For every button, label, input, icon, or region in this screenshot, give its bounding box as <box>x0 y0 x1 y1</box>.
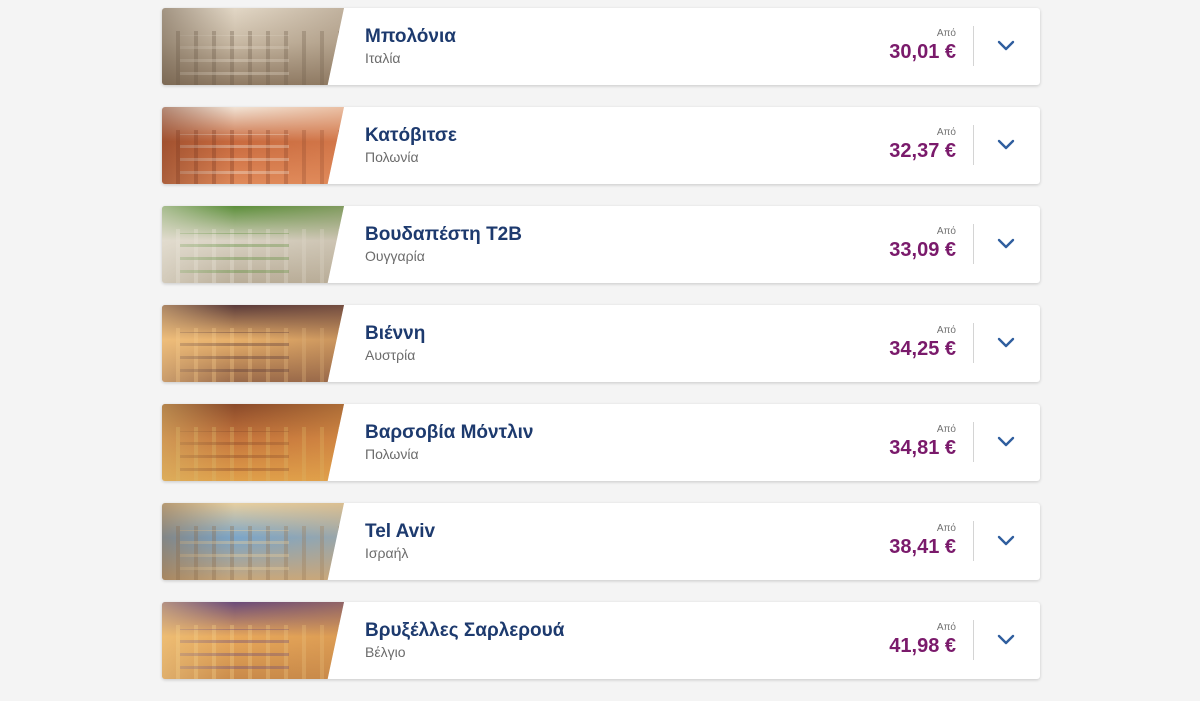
price-from-label: Από <box>936 622 956 633</box>
divider <box>973 521 974 561</box>
divider <box>973 125 974 165</box>
divider <box>973 224 974 264</box>
destination-card[interactable]: Βιέννη Αυστρία Από 34,25 € <box>162 305 1040 382</box>
chevron-down-icon[interactable] <box>992 230 1020 258</box>
destination-city: Βουδαπέστη T2B <box>365 224 522 245</box>
destination-price: 30,01 € <box>889 41 956 63</box>
destination-thumbnail <box>162 404 344 481</box>
price-from-label: Από <box>936 325 956 336</box>
destination-country: Βέλγιο <box>365 644 406 660</box>
destination-thumbnail <box>162 305 344 382</box>
destination-price: 33,09 € <box>889 239 956 261</box>
destination-country: Ουγγαρία <box>365 248 425 264</box>
destination-thumbnail <box>162 107 344 184</box>
destination-card[interactable]: Βουδαπέστη T2B Ουγγαρία Από 33,09 € <box>162 206 1040 283</box>
price-from-label: Από <box>936 226 956 237</box>
chevron-down-icon[interactable] <box>992 131 1020 159</box>
destination-card[interactable]: Μπολόνια Ιταλία Από 30,01 € <box>162 8 1040 85</box>
destination-price: 34,81 € <box>889 437 956 459</box>
divider <box>973 26 974 66</box>
destination-thumbnail <box>162 8 344 85</box>
divider <box>973 422 974 462</box>
chevron-down-icon[interactable] <box>992 527 1020 555</box>
price-from-label: Από <box>936 28 956 39</box>
destination-price: 41,98 € <box>889 635 956 657</box>
divider <box>973 323 974 363</box>
destination-city: Βιέννη <box>365 323 426 344</box>
destination-country: Ιταλία <box>365 50 401 66</box>
destination-list: Μπολόνια Ιταλία Από 30,01 € Κατόβιτσε Πολωνία… <box>162 8 1040 701</box>
price-from-label: Από <box>936 424 956 435</box>
destination-country: Ισραήλ <box>365 545 409 561</box>
destination-price: 34,25 € <box>889 338 956 360</box>
destination-card[interactable]: Βαρσοβία Μόντλιν Πολωνία Από 34,81 € <box>162 404 1040 481</box>
destination-city: Κατόβιτσε <box>365 125 457 146</box>
destination-thumbnail <box>162 206 344 283</box>
destination-card[interactable]: Tel Aviv Ισραήλ Από 38,41 € <box>162 503 1040 580</box>
divider <box>973 620 974 660</box>
destination-city: Μπολόνια <box>365 26 456 47</box>
destination-country: Πολωνία <box>365 149 419 165</box>
chevron-down-icon[interactable] <box>992 32 1020 60</box>
destination-city: Βαρσοβία Μόντλιν <box>365 422 534 443</box>
destination-country: Πολωνία <box>365 446 419 462</box>
chevron-down-icon[interactable] <box>992 428 1020 456</box>
destination-city: Βρυξέλλες Σαρλερουά <box>365 620 565 641</box>
destination-thumbnail <box>162 602 344 679</box>
destination-price: 38,41 € <box>889 536 956 558</box>
chevron-down-icon[interactable] <box>992 626 1020 654</box>
destination-card[interactable]: Κατόβιτσε Πολωνία Από 32,37 € <box>162 107 1040 184</box>
destination-country: Αυστρία <box>365 347 416 363</box>
destination-city: Tel Aviv <box>365 521 436 542</box>
destination-price: 32,37 € <box>889 140 956 162</box>
destination-card[interactable]: Βρυξέλλες Σαρλερουά Βέλγιο Από 41,98 € <box>162 602 1040 679</box>
destination-thumbnail <box>162 503 344 580</box>
price-from-label: Από <box>936 127 956 138</box>
chevron-down-icon[interactable] <box>992 329 1020 357</box>
price-from-label: Από <box>936 523 956 534</box>
